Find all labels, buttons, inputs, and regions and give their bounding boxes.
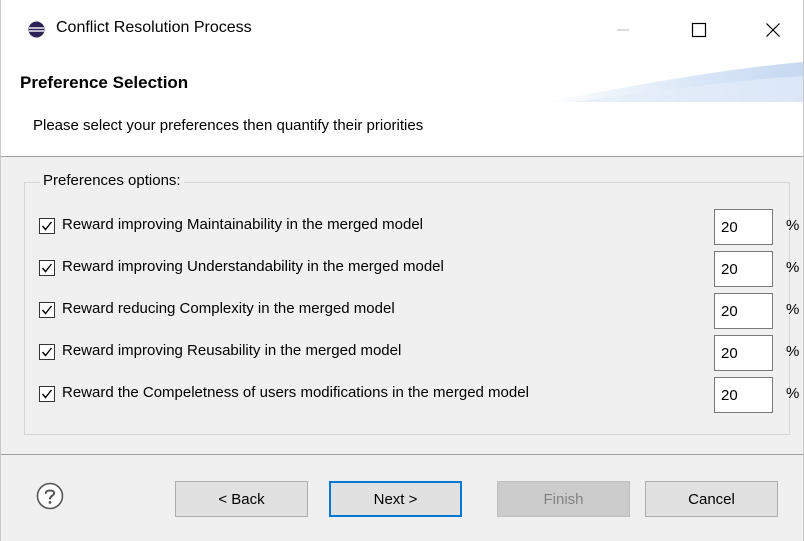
maximize-button[interactable] (677, 10, 721, 50)
complexity-label: Reward reducing Complexity in the merged… (62, 300, 395, 317)
close-button[interactable] (751, 10, 795, 50)
complexity-checkbox[interactable] (39, 302, 55, 318)
maintainability-percent-input[interactable] (714, 209, 773, 245)
back-button[interactable]: < Back (175, 481, 308, 517)
wizard-header: Preference Selection Please select your … (1, 58, 803, 157)
minimize-button[interactable] (601, 10, 645, 50)
help-icon[interactable] (36, 482, 64, 510)
percent-sign: % (786, 217, 800, 234)
banner-swoosh-graphic (543, 62, 803, 102)
maintainability-checkbox[interactable] (39, 218, 55, 234)
checkmark-icon (41, 347, 53, 357)
completeness-checkbox[interactable] (39, 386, 55, 402)
percent-sign: % (786, 259, 800, 276)
understandability-checkbox[interactable] (39, 260, 55, 276)
preferences-group: Preferences options: Reward improving Ma… (24, 172, 799, 435)
title-bar[interactable]: Conflict Resolution Process (1, 0, 803, 58)
preference-row-completeness: Reward the Compeletness of users modific… (39, 377, 799, 413)
understandability-label: Reward improving Understandability in th… (62, 258, 444, 275)
finish-button[interactable]: Finish (497, 481, 630, 517)
maintainability-label: Reward improving Maintainability in the … (62, 216, 424, 233)
percent-sign: % (786, 343, 800, 360)
percent-sign: % (786, 301, 800, 318)
preference-row-understandability: Reward improving Understandability in th… (39, 251, 799, 287)
preference-row-complexity: Reward reducing Complexity in the merged… (39, 293, 799, 329)
checkmark-icon (41, 389, 53, 399)
page-description: Please select your preferences then quan… (33, 117, 424, 134)
percent-sign: % (786, 385, 800, 402)
reusability-label: Reward improving Reusability in the merg… (62, 342, 402, 359)
maximize-icon (691, 22, 707, 38)
reusability-percent-input[interactable] (714, 335, 773, 371)
complexity-percent-input[interactable] (714, 293, 773, 329)
cancel-button[interactable]: Cancel (645, 481, 778, 517)
window-title: Conflict Resolution Process (56, 19, 252, 36)
footer-separator (1, 454, 803, 455)
checkmark-icon (41, 263, 53, 273)
preferences-group-label: Preferences options: (40, 172, 184, 189)
completeness-percent-input[interactable] (714, 377, 773, 413)
minimize-icon (617, 29, 629, 31)
close-icon (766, 23, 780, 37)
checkmark-icon (41, 221, 53, 231)
reusability-checkbox[interactable] (39, 344, 55, 360)
next-button[interactable]: Next > (329, 481, 462, 517)
understandability-percent-input[interactable] (714, 251, 773, 287)
completeness-label: Reward the Compeletness of users modific… (62, 384, 529, 401)
eclipse-icon (28, 21, 45, 38)
preference-row-maintainability: Reward improving Maintainability in the … (39, 209, 799, 245)
page-title: Preference Selection (20, 73, 189, 92)
wizard-window: Conflict Resolution Process Preference S… (0, 0, 804, 541)
checkmark-icon (41, 305, 53, 315)
preference-row-reusability: Reward improving Reusability in the merg… (39, 335, 799, 371)
